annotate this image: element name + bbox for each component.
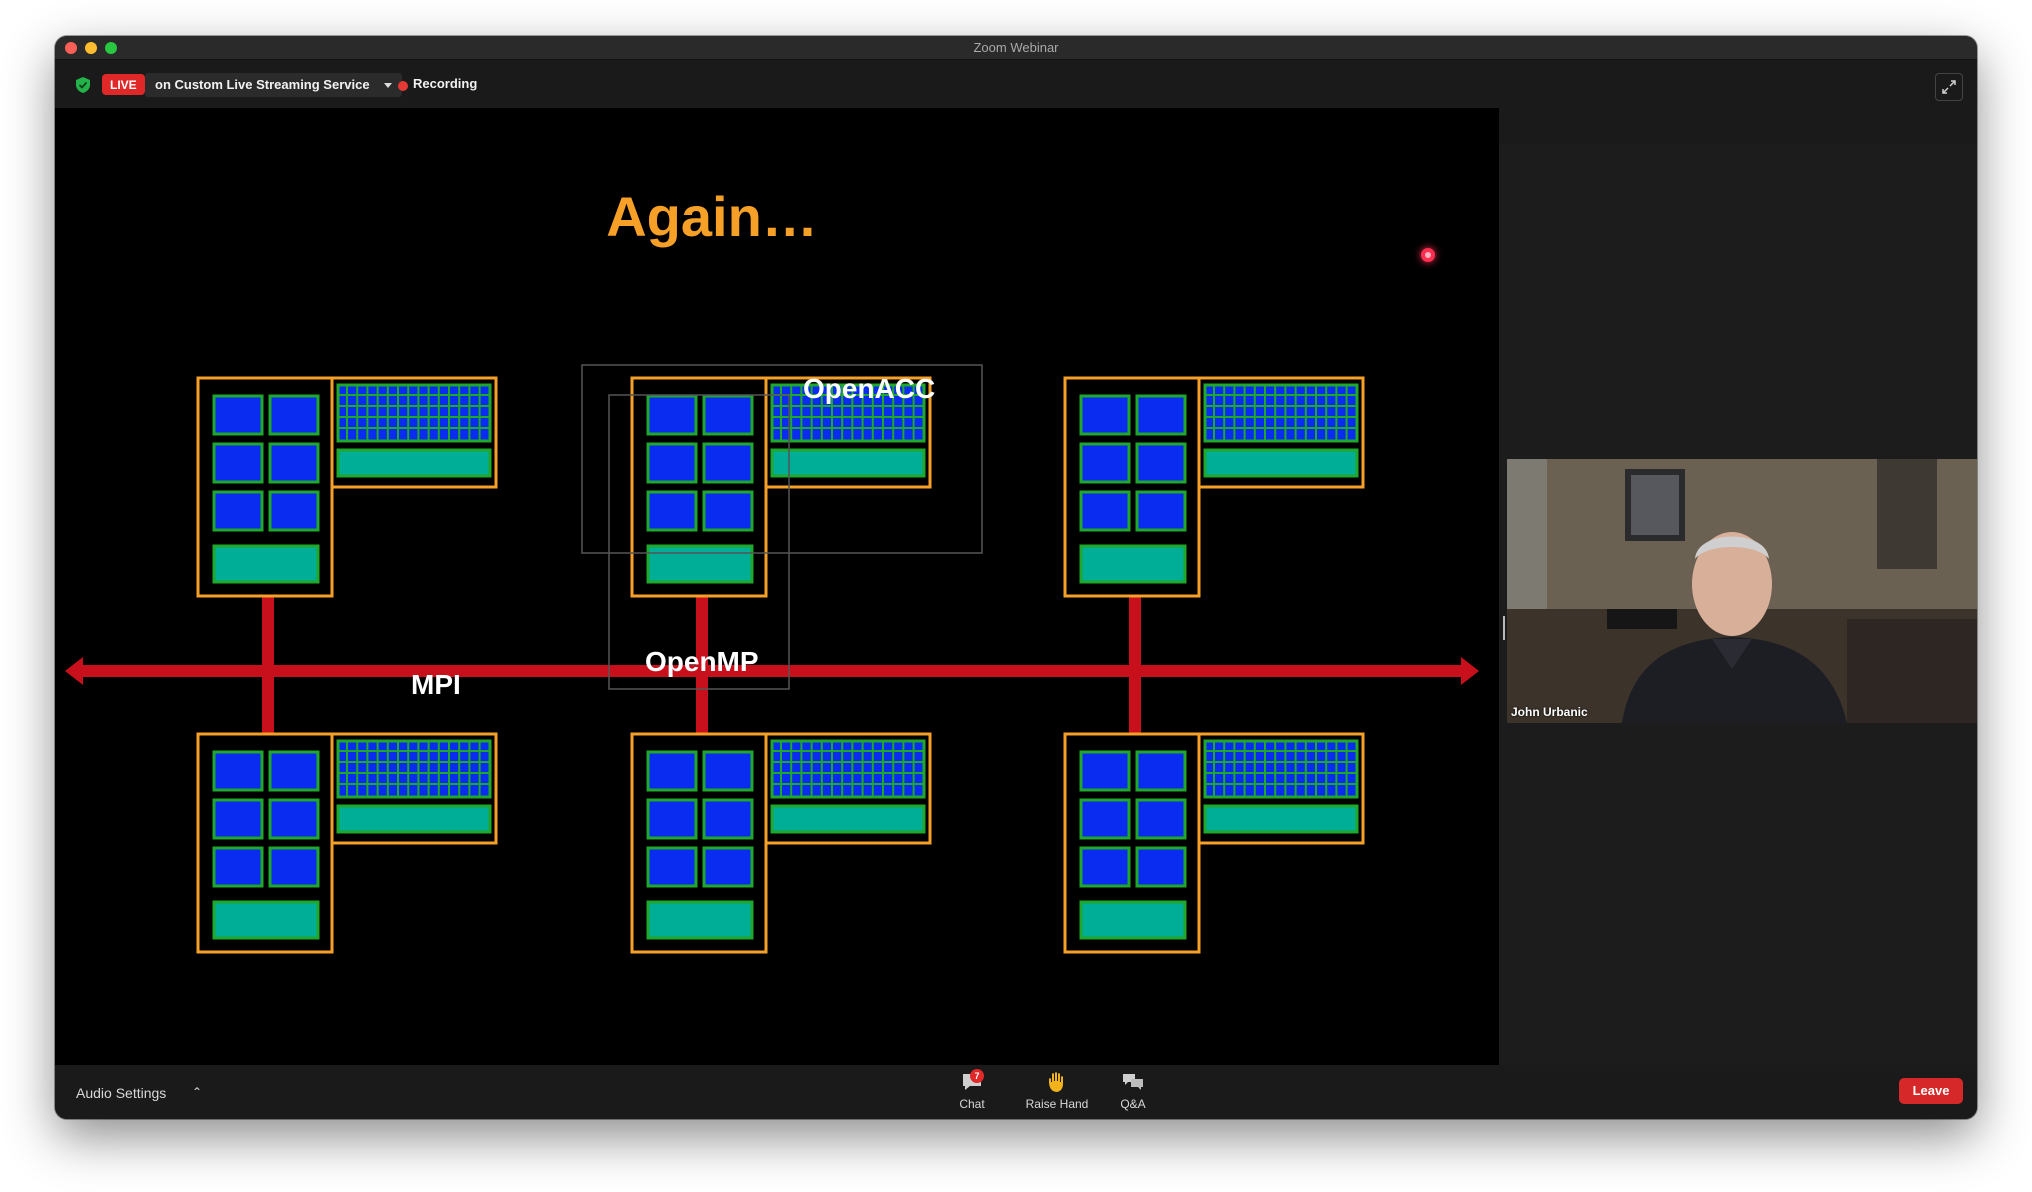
- title-bar: Zoom Webinar: [55, 36, 1977, 60]
- gpu-cores: [336, 383, 492, 443]
- cpu-core: [268, 750, 320, 792]
- cpu-core: [268, 798, 320, 840]
- slide-title: Again…: [606, 185, 818, 248]
- cpu-core: [646, 750, 698, 792]
- cpu-core: [268, 490, 320, 532]
- cpu-core: [212, 442, 264, 484]
- cpu-memory: [1079, 544, 1187, 584]
- audio-settings-button[interactable]: Audio Settings: [76, 1085, 166, 1101]
- cpu-core: [1135, 442, 1187, 484]
- cpu-core: [702, 490, 754, 532]
- cpu-core: [702, 442, 754, 484]
- bottom-toolbar: Audio Settings ⌃ 7 Chat Raise Hand Q&A L…: [55, 1065, 1977, 1119]
- laser-pointer: [1421, 248, 1435, 262]
- cpu-core: [1079, 798, 1131, 840]
- mpi-label: MPI: [411, 669, 461, 700]
- cpu-core: [702, 798, 754, 840]
- chat-button[interactable]: 7 Chat: [950, 1069, 994, 1111]
- stream-service-label: on Custom Live Streaming Service: [155, 77, 370, 92]
- fullscreen-icon: [1942, 80, 1956, 94]
- raise-hand-label: Raise Hand: [1025, 1097, 1089, 1111]
- mpi-bus: [79, 665, 1465, 677]
- shield-icon[interactable]: [75, 76, 91, 94]
- chat-label: Chat: [959, 1097, 985, 1111]
- gpu-cores: [770, 739, 926, 799]
- openmp-label: OpenMP: [645, 646, 759, 677]
- cpu-core: [646, 798, 698, 840]
- cpu-core: [1079, 394, 1131, 436]
- cpu-core: [1135, 490, 1187, 532]
- cpu-core: [646, 442, 698, 484]
- cpu-core: [268, 846, 320, 888]
- cpu-core: [212, 490, 264, 532]
- gpu-memory: [336, 448, 492, 478]
- cpu-core: [1135, 798, 1187, 840]
- stream-service-dropdown[interactable]: on Custom Live Streaming Service: [145, 73, 402, 97]
- live-badge: LIVE: [102, 74, 145, 95]
- slide-diagram: OpenACC OpenMP MPI: [65, 364, 1479, 954]
- fullscreen-button[interactable]: [1935, 73, 1963, 101]
- node-connector: [262, 596, 274, 665]
- cpu-core: [1135, 394, 1187, 436]
- cpu-core: [1079, 442, 1131, 484]
- split-view-handle[interactable]: [1503, 616, 1505, 640]
- cpu-core: [702, 394, 754, 436]
- cpu-memory: [646, 900, 754, 940]
- gpu-cores: [336, 739, 492, 799]
- gpu-cores: [1203, 383, 1359, 443]
- gpu-cores: [1203, 739, 1359, 799]
- cpu-core: [268, 394, 320, 436]
- cpu-core: [1079, 490, 1131, 532]
- cpu-core: [1079, 750, 1131, 792]
- cpu-core: [646, 490, 698, 532]
- cpu-core: [702, 750, 754, 792]
- gpu-memory: [770, 448, 926, 478]
- cpu-core: [212, 394, 264, 436]
- node-connector: [262, 677, 274, 734]
- cpu-memory: [212, 900, 320, 940]
- cpu-core: [1135, 750, 1187, 792]
- qa-label: Q&A: [1120, 1097, 1146, 1111]
- node-connector: [1129, 677, 1141, 734]
- chat-unread-badge: 7: [970, 1069, 984, 1083]
- gpu-memory: [1203, 448, 1359, 478]
- qa-icon: [1123, 1074, 1143, 1090]
- cpu-core: [702, 846, 754, 888]
- participant-video[interactable]: John Urbanic: [1507, 459, 1977, 723]
- gpu-memory: [336, 804, 492, 834]
- caret-up-icon[interactable]: ⌃: [192, 1085, 202, 1099]
- cpu-core: [268, 442, 320, 484]
- gpu-memory: [1203, 804, 1359, 834]
- recording-dot-icon: [398, 81, 408, 91]
- qa-button[interactable]: Q&A: [1113, 1071, 1153, 1111]
- openacc-label: OpenACC: [803, 373, 935, 404]
- participant-video-feed: [1507, 459, 1977, 723]
- node-connector: [1129, 596, 1141, 665]
- cpu-core: [1135, 846, 1187, 888]
- node-connector: [696, 677, 708, 734]
- mpi-arrow-right: [1461, 657, 1479, 685]
- recording-label[interactable]: Recording: [413, 76, 477, 91]
- cpu-memory: [1079, 900, 1187, 940]
- gpu-memory: [770, 804, 926, 834]
- mpi-arrow-left: [65, 657, 83, 685]
- raise-hand-button[interactable]: Raise Hand: [1017, 1071, 1097, 1111]
- cpu-core: [646, 846, 698, 888]
- participant-name: John Urbanic: [1511, 705, 1588, 719]
- cpu-core: [212, 846, 264, 888]
- leave-button[interactable]: Leave: [1899, 1078, 1963, 1104]
- cpu-core: [646, 394, 698, 436]
- cpu-memory: [646, 544, 754, 584]
- cpu-core: [212, 798, 264, 840]
- cpu-core: [1079, 846, 1131, 888]
- window-title: Zoom Webinar: [973, 40, 1059, 55]
- zoom-window: Zoom Webinar LIVE on Custom Live Streami…: [55, 36, 1977, 1119]
- cpu-memory: [212, 544, 320, 584]
- raise-hand-icon: [1049, 1072, 1063, 1092]
- caret-down-icon: [383, 83, 392, 88]
- cpu-core: [212, 750, 264, 792]
- shared-screen: OpenACC OpenMP MPI Again…: [55, 108, 1499, 1065]
